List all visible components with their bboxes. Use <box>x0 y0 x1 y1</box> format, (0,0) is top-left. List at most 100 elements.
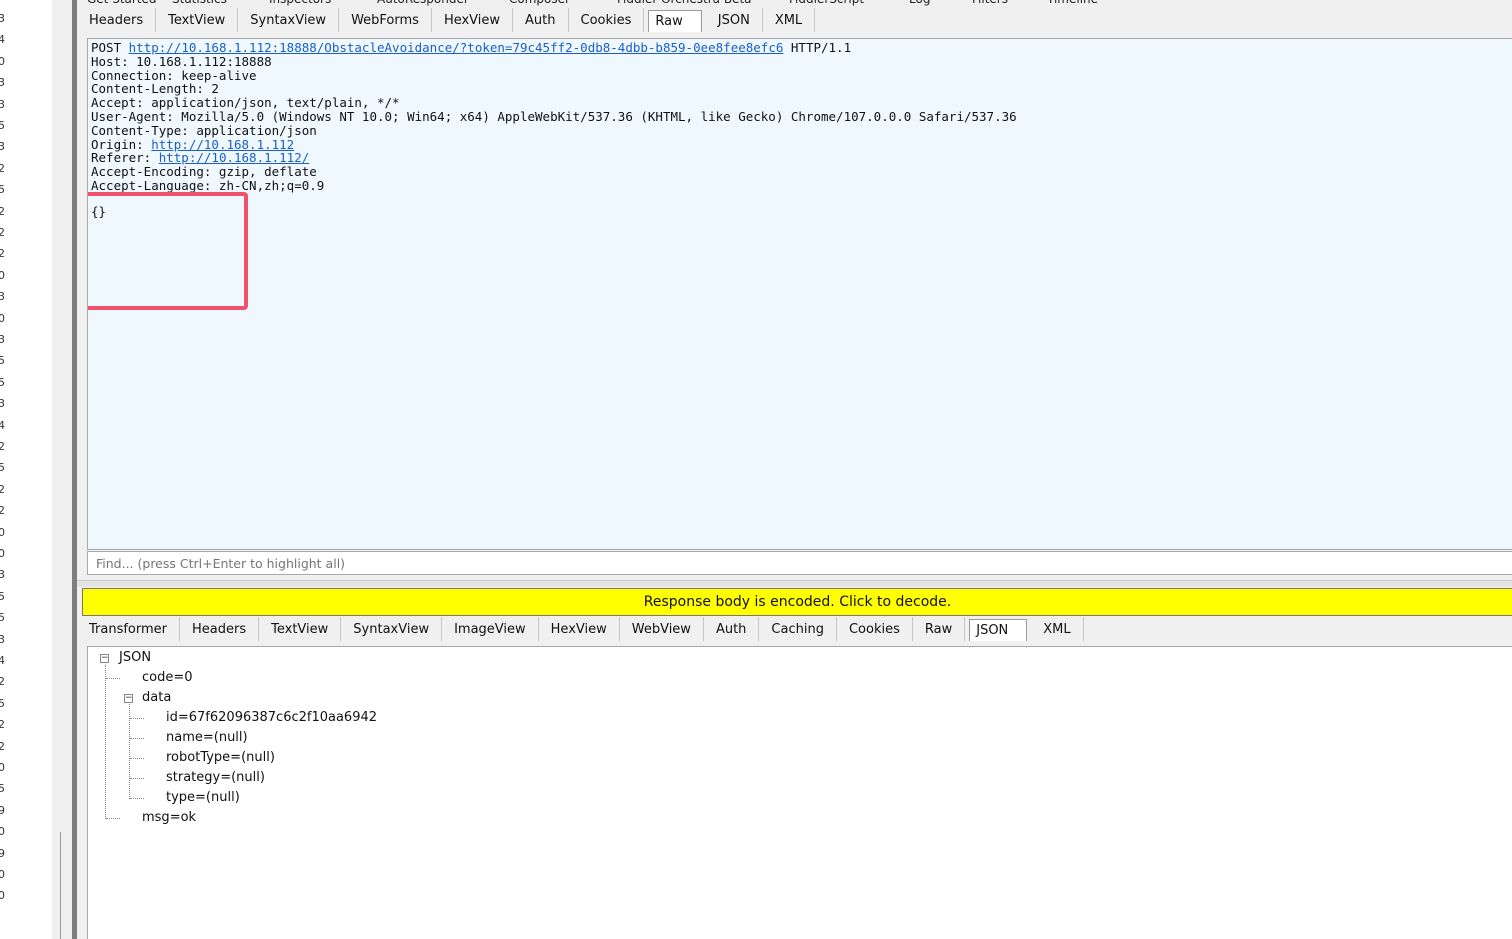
header-accept-encoding: Accept-Encoding: gzip, deflate <box>91 164 317 180</box>
response-tab-syntaxview[interactable]: SyntaxView <box>341 617 443 641</box>
main-tab-composer[interactable]: Composer <box>509 0 570 6</box>
tree-node-data[interactable]: data <box>142 689 171 707</box>
tab-icon <box>909 0 923 4</box>
find-input[interactable] <box>87 551 1512 575</box>
header-referer-label: Referer: <box>91 150 159 166</box>
main-tab-fiddlerscript[interactable]: FiddlerScript <box>789 0 864 6</box>
request-url-link[interactable]: http://10.168.1.112:18888/ObstacleAvoida… <box>129 40 784 55</box>
session-row-number: 3 <box>0 12 5 25</box>
request-tab-auth[interactable]: Auth <box>513 8 569 32</box>
response-tab-headers[interactable]: Headers <box>180 617 260 641</box>
response-tab-webview[interactable]: WebView <box>620 617 704 641</box>
main-tab-label: Fiddler Orchestra Beta <box>617 0 752 6</box>
header-accept-language: Accept-Language: zh-CN,zh;q=0.9 <box>91 177 325 193</box>
request-raw-view[interactable]: POST http://10.168.1.112:18888/ObstacleA… <box>87 38 1512 550</box>
main-tab-timeline[interactable]: Timeline <box>1047 0 1098 6</box>
session-row-number: 5 <box>0 375 5 389</box>
session-row-number: 2 <box>0 226 5 239</box>
tab-icon <box>972 0 986 4</box>
request-tab-raw[interactable]: Raw <box>648 10 702 32</box>
tree-line <box>130 778 144 779</box>
session-row-number: 0 <box>0 54 5 68</box>
session-row-number: 3 <box>0 632 5 646</box>
response-tab-transformer[interactable]: Transformer <box>77 617 181 641</box>
request-tab-hexview[interactable]: HexView <box>432 8 514 32</box>
tree-node-id[interactable]: id=67f62096387c6c2f10aa6942 <box>166 709 377 727</box>
session-row-number: 5 <box>0 782 5 796</box>
tree-node-robottype[interactable]: robotType=(null) <box>166 749 275 767</box>
collapse-icon[interactable]: − <box>124 694 133 703</box>
session-row-number: 0 <box>0 761 5 774</box>
response-tab-caching[interactable]: Caching <box>759 617 837 641</box>
session-row-number: 3 <box>0 140 5 154</box>
tab-icon <box>172 0 186 4</box>
response-tab-imageview[interactable]: ImageView <box>442 617 539 641</box>
header-content-type: Content-Type: application/json <box>91 122 317 138</box>
tab-icon <box>269 0 283 4</box>
tree-node-name[interactable]: name=(null) <box>166 729 248 747</box>
main-tab-fiddler-orchestra-beta[interactable]: Fiddler Orchestra Beta <box>617 0 752 6</box>
response-tab-xml[interactable]: XML <box>1031 617 1084 641</box>
request-tab-textview[interactable]: TextView <box>156 8 239 32</box>
session-row-number: 0 <box>0 547 5 560</box>
main-tab-inspectors[interactable]: Inspectors <box>269 0 331 6</box>
response-tab-cookies[interactable]: Cookies <box>837 617 913 641</box>
origin-link[interactable]: http://10.168.1.112 <box>151 137 294 152</box>
session-row-number: 5 <box>0 461 5 475</box>
main-tab-autoresponder[interactable]: AutoResponder <box>377 0 469 6</box>
header-origin-label: Origin: <box>91 136 152 152</box>
main-tabs-strip: Get Started Statistics Inspectors AutoRespo… <box>77 0 1512 6</box>
response-tab-textview[interactable]: TextView <box>259 617 342 641</box>
session-row-number: 2 <box>0 718 5 732</box>
decode-banner[interactable]: Response body is encoded. Click to decod… <box>82 588 1512 616</box>
response-tab-hexview[interactable]: HexView <box>539 617 620 641</box>
request-tab-cookies[interactable]: Cookies <box>569 8 645 32</box>
gutter-line <box>60 832 61 939</box>
session-list-strip[interactable]: 3 4 0 3 3 5 3 2 5 2 2 2 0 3 0 3 5 5 3 4 2 5 2 2 0 0 3 5 5 3 4 2 5 2 2 0 5 9 0 9… <box>0 0 52 939</box>
tree-line <box>130 798 144 799</box>
main-tab-statistics[interactable]: Statistics <box>172 0 227 6</box>
session-row-number: 5 <box>0 119 5 132</box>
request-tab-xml[interactable]: XML <box>763 8 816 32</box>
main-tab-log[interactable]: Log <box>909 0 930 6</box>
session-row-number: 2 <box>0 204 5 218</box>
tree-node-code[interactable]: code=0 <box>142 669 193 687</box>
session-row-number: 0 <box>0 825 5 839</box>
tree-node-strategy[interactable]: strategy=(null) <box>166 769 265 787</box>
response-tab-json[interactable]: JSON <box>969 619 1028 641</box>
session-row-number: 2 <box>0 482 5 496</box>
session-row-number: 0 <box>0 311 5 325</box>
main-tab-get-started[interactable]: Get Started <box>87 0 157 6</box>
tree-line <box>130 738 144 739</box>
header-content-length: Content-Length: 2 <box>91 81 219 97</box>
session-row-number: 9 <box>0 846 5 860</box>
session-row-number: 0 <box>0 268 5 282</box>
session-row-number: 5 <box>0 183 5 197</box>
tree-node-msg[interactable]: msg=ok <box>142 809 196 827</box>
request-response-splitter[interactable] <box>77 580 1512 587</box>
session-row-number: 3 <box>0 333 5 346</box>
session-row-number: 0 <box>0 525 5 539</box>
inspector-pane: Get Started Statistics Inspectors AutoRespo… <box>77 0 1512 939</box>
session-row-number: 5 <box>0 589 5 603</box>
tab-icon <box>509 0 523 4</box>
referer-link[interactable]: http://10.168.1.112/ <box>159 150 310 165</box>
request-tab-headers[interactable]: Headers <box>77 8 157 32</box>
collapse-icon[interactable]: − <box>100 654 109 663</box>
main-tab-label: Get Started <box>87 0 157 6</box>
tree-line <box>105 665 106 819</box>
session-row-number: 2 <box>0 504 5 518</box>
request-protocol: HTTP/1.1 <box>790 40 852 55</box>
request-tab-syntaxview[interactable]: SyntaxView <box>238 8 340 32</box>
tree-node-type[interactable]: type=(null) <box>166 789 240 807</box>
session-row-number: 0 <box>0 868 5 881</box>
session-row-number: 3 <box>0 568 5 582</box>
request-tab-json[interactable]: JSON <box>706 8 763 32</box>
response-tab-auth[interactable]: Auth <box>704 617 760 641</box>
response-tab-raw[interactable]: Raw <box>913 617 966 641</box>
request-tab-webforms[interactable]: WebForms <box>339 8 432 32</box>
tree-line <box>130 758 144 759</box>
json-tree-view: − JSON code=0 − data id=67f62096387c6c2f… <box>87 646 1512 939</box>
main-tab-filters[interactable]: Filters <box>972 0 1008 6</box>
tree-node-root[interactable]: JSON <box>119 649 151 667</box>
